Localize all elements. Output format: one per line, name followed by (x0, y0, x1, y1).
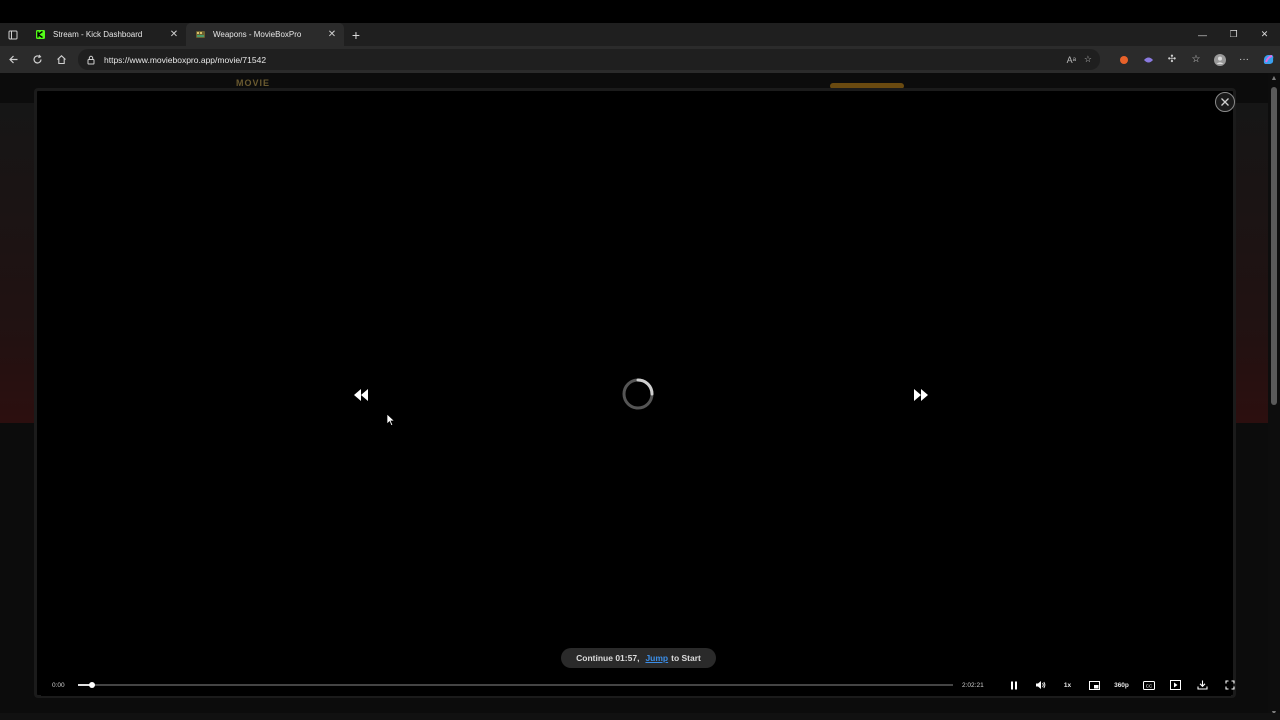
extensions-puzzle-icon[interactable]: ✣ (1160, 46, 1184, 73)
quality-button[interactable]: 360p (1108, 677, 1135, 693)
continue-watching-banner: Continue 01:57, Jump to Start (561, 648, 716, 668)
pause-button[interactable] (1000, 677, 1027, 693)
page-scrollbar[interactable]: ▲ ▼ (1268, 73, 1280, 720)
screen: { "browser": { "tabs": [ {"label": "Stre… (0, 0, 1280, 720)
minimize-icon[interactable]: — (1187, 23, 1218, 46)
fullscreen-icon (1224, 680, 1235, 690)
copilot-icon[interactable] (1256, 46, 1280, 73)
next-episode-button[interactable] (1162, 677, 1189, 693)
navigation-bar: https://www.movieboxpro.app/movie/71542 … (0, 46, 1280, 73)
picture-in-picture-icon (1089, 680, 1100, 690)
favorite-star-icon[interactable]: ☆ (1084, 54, 1092, 65)
url-text: https://www.movieboxpro.app/movie/71542 (104, 54, 267, 65)
address-bar-actions: Aᵃ ☆ (1067, 49, 1092, 70)
top-strip (0, 0, 1280, 23)
more-menu-icon[interactable]: ··· (1232, 46, 1256, 73)
captions-label: CC (1145, 683, 1152, 688)
tab-label: Stream - Kick Dashboard (53, 30, 143, 39)
next-play-icon (1170, 680, 1181, 690)
progress-knob[interactable] (89, 682, 95, 688)
moviebox-favicon-icon (196, 31, 205, 38)
address-bar[interactable]: https://www.movieboxpro.app/movie/71542 … (78, 49, 1100, 70)
rewind-icon[interactable] (351, 388, 371, 402)
home-icon[interactable] (49, 48, 73, 72)
restore-icon[interactable]: ❐ (1218, 23, 1249, 46)
current-time: 0:00 (52, 682, 65, 689)
new-tab-button[interactable]: + (344, 23, 368, 46)
site-info-icon[interactable] (86, 55, 96, 65)
close-window-icon[interactable]: ✕ (1249, 23, 1280, 46)
tab-label: Weapons - MovieBoxPro (213, 30, 302, 39)
close-icon (1221, 98, 1229, 106)
pip-button[interactable] (1081, 677, 1108, 693)
mouse-cursor-icon (386, 413, 396, 427)
duration-time: 2:02:21 (962, 682, 984, 689)
player-controls: 0:00 2:02:21 1x 360p CC (45, 674, 1235, 696)
jump-to-start-link[interactable]: Jump (645, 653, 668, 663)
tab-actions-icon (8, 30, 18, 39)
profile-avatar-icon[interactable] (1208, 46, 1232, 73)
kick-favicon-icon (36, 30, 45, 39)
scrollbar-thumb[interactable] (1271, 87, 1277, 405)
captions-button[interactable]: CC (1135, 677, 1162, 693)
extension-icon-purple[interactable] (1136, 46, 1160, 73)
tab-kick-dashboard[interactable]: Stream - Kick Dashboard ✕ (26, 23, 186, 46)
download-button[interactable] (1189, 677, 1216, 693)
download-icon (1197, 680, 1208, 690)
read-aloud-icon[interactable]: Aᵃ (1067, 55, 1076, 65)
browser-toolbar: ✣ ☆ ··· (1112, 46, 1280, 73)
control-icons: 1x 360p CC (1000, 677, 1243, 693)
continue-text: Continue 01:57, (576, 653, 640, 663)
volume-button[interactable] (1027, 677, 1054, 693)
tab-moviebox[interactable]: Weapons - MovieBoxPro ✕ (186, 23, 344, 46)
fullscreen-button[interactable] (1216, 677, 1243, 693)
tab-close-icon[interactable]: ✕ (168, 29, 180, 40)
progress-bar[interactable] (78, 682, 953, 688)
captions-icon: CC (1142, 680, 1155, 690)
video-area[interactable]: Continue 01:57, Jump to Start 0:00 2:02:… (41, 91, 1235, 696)
loading-spinner-icon (622, 378, 654, 410)
video-player-modal: Continue 01:57, Jump to Start 0:00 2:02:… (34, 88, 1236, 698)
close-player-button[interactable] (1215, 92, 1235, 112)
tab-actions-button[interactable] (0, 23, 26, 46)
tab-close-icon[interactable]: ✕ (326, 29, 338, 40)
taskbar-edge (0, 713, 1280, 720)
scroll-up-icon[interactable]: ▲ (1268, 73, 1280, 85)
pause-icon (1010, 681, 1017, 689)
fast-forward-icon[interactable] (911, 388, 931, 402)
tab-bar: Stream - Kick Dashboard ✕ Weapons - Movi… (0, 23, 1280, 46)
to-start-text: to Start (671, 653, 701, 663)
refresh-icon[interactable] (25, 48, 49, 72)
site-logo: MOVIE (236, 78, 271, 88)
window-controls: — ❐ ✕ (1187, 23, 1280, 46)
favorites-icon[interactable]: ☆ (1184, 46, 1208, 73)
speed-button[interactable]: 1x (1054, 677, 1081, 693)
volume-icon (1036, 681, 1046, 689)
back-icon[interactable] (1, 48, 25, 72)
extension-icon-orange[interactable] (1112, 46, 1136, 73)
